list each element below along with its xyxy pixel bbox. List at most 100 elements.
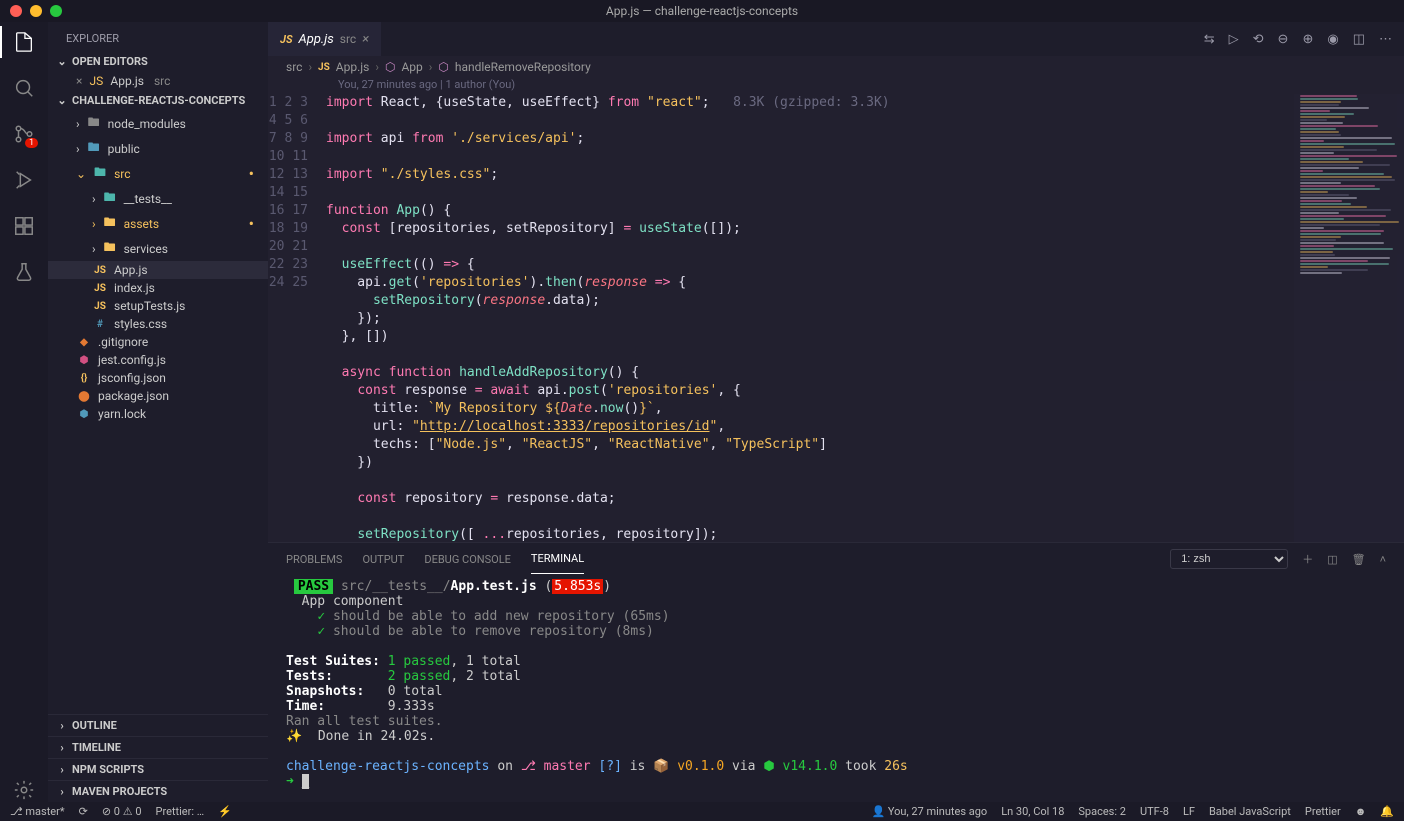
file-label: src [114,167,130,181]
minimap[interactable] [1294,94,1404,542]
tab-terminal[interactable]: TERMINAL [531,544,584,574]
file-item[interactable]: ⬢jest.config.js [48,351,268,369]
tab-problems[interactable]: PROBLEMS [286,545,342,574]
encoding-status[interactable]: UTF-8 [1140,805,1169,818]
file-label: App.js [114,263,148,277]
minimize-window-button[interactable] [30,5,42,17]
run-icon[interactable]: ▷ [1229,32,1239,47]
folder-item[interactable]: ›🖿services [48,236,268,261]
close-icon[interactable]: × [76,74,82,88]
file-label: index.js [114,281,155,295]
open-editors-header[interactable]: ⌄OPEN EDITORS [48,51,268,72]
file-tree: ›🖿node_modules›🖿public⌄🖿src•›🖿__tests__›… [48,111,268,423]
tab-debug-console[interactable]: DEBUG CONSOLE [424,545,511,574]
json-file-icon: {} [76,373,92,384]
branch-status[interactable]: ⎇ master* [10,805,65,818]
js-file-icon: JS [318,62,330,73]
explorer-icon[interactable] [12,30,36,54]
feedback-icon[interactable]: ☻ [1355,805,1367,818]
folder-item[interactable]: ⌄🖿src• [48,161,268,186]
file-label: node_modules [108,117,186,131]
kill-terminal-icon[interactable]: 🗑 [1352,553,1366,566]
close-tab-icon[interactable]: × [362,32,369,47]
folder-icon: 🖿 [86,138,102,159]
terminal-output[interactable]: PASS src/__tests__/App.test.js (5.853s) … [268,575,1404,802]
code-content[interactable]: import React, {useState, useEffect} from… [326,94,1404,542]
source-control-icon[interactable]: 1 [12,122,36,146]
settings-gear-icon[interactable] [12,778,36,802]
file-item[interactable]: ⬢yarn.lock [48,405,268,423]
new-terminal-icon[interactable]: ＋ [1302,551,1313,567]
split-editor-icon[interactable]: ◫ [1353,32,1365,47]
open-editor-item[interactable]: × JS App.js src [48,72,268,90]
folder-item[interactable]: › 🖿 public [48,136,268,161]
section-npm-scripts[interactable]: ›NPM SCRIPTS [48,758,268,780]
formatter-status[interactable]: Prettier [1305,805,1341,818]
explorer-sidebar: EXPLORER ⌄OPEN EDITORS × JS App.js src ⌄… [48,22,268,802]
chevron-icon: › [92,192,96,206]
window-title: App.js — challenge-reactjs-concepts [606,4,798,18]
folder-icon: 🖿 [86,113,102,134]
chevron-icon: › [76,142,80,156]
modified-indicator: • [249,169,260,179]
compare-icon[interactable]: ⇆ [1204,32,1215,47]
prettier-mode[interactable]: Prettier: … [156,805,205,818]
file-label: __tests__ [124,192,172,206]
prev-icon[interactable]: ⊖ [1278,32,1289,47]
file-item[interactable]: JS index.js [48,279,268,297]
file-item[interactable]: {}jsconfig.json [48,369,268,387]
debug-icon[interactable] [12,168,36,192]
eol-status[interactable]: LF [1183,805,1195,818]
git-icon[interactable]: ⟲ [1253,32,1264,47]
radio-icon[interactable]: ◉ [1327,32,1338,47]
file-item[interactable]: JS setupTests.js [48,297,268,315]
cursor-position[interactable]: Ln 30, Col 18 [1001,805,1064,818]
maximize-window-button[interactable] [50,5,62,17]
file-item[interactable]: #styles.css [48,315,268,333]
file-label: public [108,142,140,156]
lightning-icon[interactable]: ⚡ [218,805,232,818]
folder-item[interactable]: ›🖿__tests__ [48,186,268,211]
git-blame-status[interactable]: 👤 You, 27 minutes ago [871,805,987,818]
symbol-icon: ⬡ [385,60,395,74]
code-editor[interactable]: 1 2 3 4 5 6 7 8 9 10 11 12 13 14 15 16 1… [268,94,1404,542]
chevron-icon: ⌄ [76,167,86,181]
more-icon[interactable]: ⋯ [1379,32,1392,47]
file-item[interactable]: ◆.gitignore [48,333,268,351]
errors-status[interactable]: ⊘ 0 ⚠ 0 [102,805,142,818]
maximize-panel-icon[interactable]: ˄ [1380,553,1386,566]
section-outline[interactable]: ›OUTLINE [48,714,268,736]
bottom-panel: PROBLEMS OUTPUT DEBUG CONSOLE TERMINAL 1… [268,542,1404,802]
folder-item[interactable]: ›🖿assets• [48,211,268,236]
next-icon[interactable]: ⊕ [1302,32,1313,47]
editor-tab[interactable]: JS App.js src × [268,22,381,56]
folder-item[interactable]: › 🖿 node_modules [48,111,268,136]
file-label: package.json [98,389,169,403]
file-label: setupTests.js [114,299,185,313]
codelens[interactable]: You, 27 minutes ago | 1 author (You) [268,78,1404,94]
sync-icon[interactable]: ⟳ [79,805,88,818]
file-item[interactable]: JSApp.js [48,261,268,279]
search-icon[interactable] [12,76,36,100]
js-file-icon: JS [92,283,108,294]
close-window-button[interactable] [10,5,22,17]
chevron-icon: › [92,242,96,256]
bell-icon[interactable]: 🔔 [1380,805,1394,818]
split-terminal-icon[interactable]: ◫ [1327,553,1337,566]
extensions-icon[interactable] [12,214,36,238]
title-bar: App.js — challenge-reactjs-concepts [0,0,1404,22]
tab-output[interactable]: OUTPUT [362,545,404,574]
file-item[interactable]: ⬤ package.json [48,387,268,405]
section-timeline[interactable]: ›TIMELINE [48,736,268,758]
js-file-icon: JS [92,301,108,312]
section-maven-projects[interactable]: ›MAVEN PROJECTS [48,780,268,802]
indent-status[interactable]: Spaces: 2 [1078,805,1126,818]
npm-file-icon: ⬤ [76,391,92,402]
window-controls [10,5,62,17]
language-status[interactable]: Babel JavaScript [1209,805,1291,818]
terminal-select[interactable]: 1: zsh [1170,549,1288,569]
project-header[interactable]: ⌄CHALLENGE-REACTJS-CONCEPTS [48,90,268,111]
breadcrumb[interactable]: src› JS App.js› ⬡ App› ⬡ handleRemoveRep… [268,56,1404,78]
experiments-icon[interactable] [12,260,36,284]
chevron-icon: › [76,117,80,131]
